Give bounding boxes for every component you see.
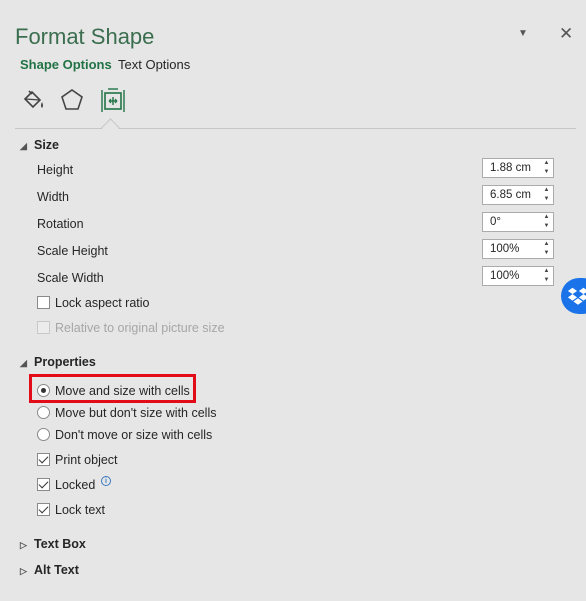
close-icon[interactable]: ✕ [559, 24, 573, 44]
caret-down-icon[interactable]: ▼ [518, 28, 528, 39]
height-label-text: Height [37, 163, 74, 177]
tab-divider [15, 128, 576, 129]
width-label-text: Width [37, 190, 69, 204]
locked-label[interactable]: Locked [55, 478, 95, 492]
scale-width-label: Scale Width [37, 271, 104, 285]
lock-text-label[interactable]: Lock text [55, 503, 105, 517]
height-value[interactable]: 1.88 cm [490, 162, 531, 174]
expand-arrow-icon: ▷ [20, 540, 27, 550]
height-spinner[interactable]: 1.88 cm ▲ ▼ [482, 158, 554, 178]
spinner-arrows-icon[interactable]: ▲ ▼ [540, 186, 553, 204]
rotation-spinner[interactable]: 0° ▲ ▼ [482, 212, 554, 232]
print-object-label[interactable]: Print object [55, 453, 118, 467]
scale-height-value[interactable]: 100% [490, 243, 519, 255]
relative-original-label: Relative to original picture size [55, 321, 225, 335]
scale-height-label: Scale Height [37, 244, 108, 258]
tab-shape-options[interactable]: Shape Options [20, 57, 112, 72]
dropbox-icon[interactable] [561, 278, 586, 314]
width-spinner[interactable]: 6.85 cm ▲ ▼ [482, 185, 554, 205]
spinner-arrows-icon[interactable]: ▲ ▼ [540, 240, 553, 258]
dont-move-or-size-label[interactable]: Don't move or size with cells [55, 428, 212, 442]
lock-aspect-label[interactable]: Lock aspect ratio [55, 296, 150, 310]
scale-width-spinner[interactable]: 100% ▲ ▼ [482, 266, 554, 286]
scale-height-spinner[interactable]: 100% ▲ ▼ [482, 239, 554, 259]
radio-move-and-size[interactable] [37, 384, 50, 397]
section-text-box-header[interactable]: ▷ Text Box [20, 537, 86, 551]
scale-height-label-text: Scale Height [37, 244, 108, 258]
rotation-label-text: Rotation [37, 217, 84, 231]
rotation-label: Rotation [37, 217, 84, 231]
expand-arrow-icon: ▷ [20, 566, 27, 576]
section-alt-text-label: Alt Text [34, 563, 79, 577]
section-text-box-label: Text Box [34, 537, 86, 551]
collapse-arrow-icon: ◢ [20, 358, 27, 368]
rotation-value[interactable]: 0° [490, 216, 501, 228]
radio-dont-move-or-size[interactable] [37, 428, 50, 441]
effects-pentagon-icon[interactable] [58, 86, 86, 114]
scale-width-value[interactable]: 100% [490, 270, 519, 282]
width-value[interactable]: 6.85 cm [490, 189, 531, 201]
active-tab-notch [101, 118, 120, 137]
section-properties-header[interactable]: ◢ Properties [20, 355, 96, 369]
info-icon[interactable]: i [101, 476, 111, 486]
size-properties-icon[interactable] [99, 86, 127, 114]
spinner-arrows-icon[interactable]: ▲ ▼ [540, 159, 553, 177]
width-label: Width [37, 190, 69, 204]
collapse-arrow-icon: ◢ [20, 141, 27, 151]
height-label: Height [37, 163, 73, 177]
spinner-arrows-icon[interactable]: ▲ ▼ [540, 213, 553, 231]
move-and-size-label[interactable]: Move and size with cells [55, 384, 190, 398]
section-alt-text-header[interactable]: ▷ Alt Text [20, 563, 79, 577]
pane-title: Format Shape [15, 24, 155, 49]
print-object-checkbox[interactable] [37, 453, 50, 466]
relative-original-checkbox [37, 321, 50, 334]
scale-width-label-text: Scale Width [37, 271, 104, 285]
spinner-arrows-icon[interactable]: ▲ ▼ [540, 267, 553, 285]
section-properties-label: Properties [34, 355, 96, 369]
fill-line-icon[interactable] [19, 86, 47, 114]
lock-text-checkbox[interactable] [37, 503, 50, 516]
section-size-label: Size [34, 138, 60, 152]
move-no-size-label[interactable]: Move but don't size with cells [55, 406, 217, 420]
section-size-header[interactable]: ◢ Size [20, 138, 59, 152]
locked-checkbox[interactable] [37, 478, 50, 491]
radio-move-no-size[interactable] [37, 406, 50, 419]
tab-text-options[interactable]: Text Options [118, 57, 190, 72]
lock-aspect-checkbox[interactable] [37, 296, 50, 309]
